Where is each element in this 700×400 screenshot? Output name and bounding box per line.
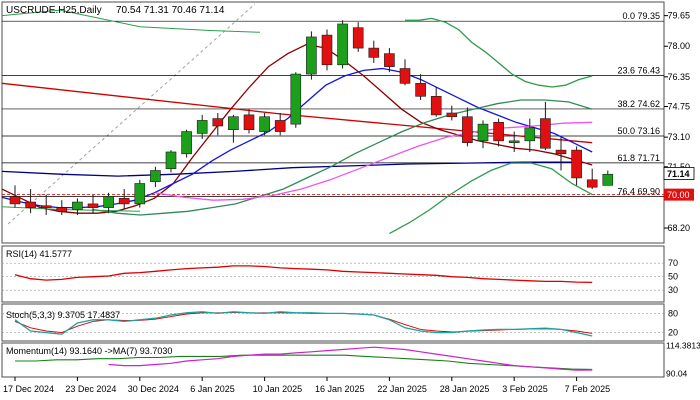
candle-bearish (446, 112, 458, 118)
price-tick-label: 74.75 (667, 102, 690, 112)
rsi-panel: 70 50 30 RSI(14) 41.5777 (1, 245, 678, 303)
date-tick-label: 10 Jan 2025 (253, 384, 303, 394)
candle-bearish (321, 34, 333, 66)
momentum-panel: 114.3813 90.04 Momentum(14) 93.1640 ->MA(… (1, 341, 700, 379)
candle-bearish (586, 179, 598, 188)
candle-bullish (165, 151, 177, 169)
candle-bearish (493, 121, 504, 142)
price-tick-label: 73.10 (667, 132, 690, 142)
fib-level-label: 23.6 76.43 (617, 65, 660, 75)
candle-bearish (399, 68, 411, 84)
fib-level-label: 38.2 74.62 (617, 99, 660, 109)
candle-bullish (508, 140, 520, 143)
candle-bearish (555, 149, 567, 155)
momentum-label: Momentum(14) 93.1640 ->MA(7) 93.7030 (6, 346, 172, 356)
date-tick-label: 30 Dec 2024 (128, 384, 179, 394)
main-price-panel: 0.0 79.35 23.6 76.43 38.2 74.62 50.0 73.16 6… (1, 1, 665, 244)
candle-bullish (72, 201, 83, 210)
date-tick-label: 23 Dec 2024 (65, 384, 116, 394)
fib-level-label: 61.8 71.71 (617, 153, 660, 163)
rsi-tick-label: 50 (668, 272, 678, 282)
price-tick-label: 79.65 (667, 11, 690, 21)
date-tick-label: 17 Dec 2024 (3, 384, 54, 394)
candle-bullish (602, 173, 614, 186)
date-tick-label: 6 Jan 2025 (190, 384, 235, 394)
candle-bearish (56, 207, 68, 212)
fib-level-label: 50.0 73.16 (617, 126, 660, 136)
candle-bearish (118, 198, 130, 205)
candle-bullish (228, 116, 239, 131)
candle-bearish (274, 120, 286, 132)
date-tick-label: 3 Feb 2025 (502, 384, 548, 394)
candle-bearish (243, 114, 255, 131)
stoch-tick-label: 80 (668, 308, 678, 318)
candle-bullish (259, 116, 270, 132)
candle-bearish (9, 196, 21, 205)
candle-bearish (415, 83, 426, 97)
date-tick-label: 28 Jan 2025 (440, 384, 490, 394)
candle-bearish (430, 96, 442, 116)
candle-bearish (571, 149, 582, 179)
rsi-tick-label: 70 (668, 258, 678, 268)
candle-bullish (103, 196, 114, 208)
date-tick-label: 22 Jan 2025 (377, 384, 427, 394)
rsi-label: RSI(14) 41.5777 (6, 249, 72, 259)
candle-bearish (462, 116, 473, 143)
fib-level-label: 0.0 79.35 (622, 11, 660, 21)
price-axis: 79.6578.0076.3574.7573.1071.5069.8568.20… (663, 11, 695, 233)
candle-bearish (25, 201, 36, 208)
price-tick-label: 78.00 (667, 41, 690, 51)
momentum-tick-label: 114.3813 (666, 341, 700, 351)
date-axis: 17 Dec 2024 23 Dec 2024 30 Dec 2024 6 Jan 2… (3, 377, 610, 394)
candle-bearish (212, 118, 224, 127)
candle-bullish (196, 120, 208, 134)
stoch-panel: 80 20 Stoch(5,3,3) 9.3705 17.4837 (1, 303, 678, 342)
stoch-tick-label: 20 (668, 328, 678, 338)
date-tick-label: 7 Feb 2025 (565, 384, 611, 394)
date-tick-label: 16 Jan 2025 (315, 384, 365, 394)
candle-bullish (134, 183, 146, 205)
candle-bullish (477, 123, 489, 142)
candle-bullish (337, 23, 348, 66)
chart-header-symbol: USCRUDE.H25,Daily (6, 5, 102, 16)
candle-bearish (352, 27, 364, 49)
candle-bearish (40, 205, 52, 208)
price-tick-label: 76.35 (667, 72, 690, 82)
rsi-tick-label: 30 (668, 285, 678, 295)
candle-bullish (150, 170, 161, 182)
stoch-label: Stoch(5,3,3) 9.3705 17.4837 (6, 310, 120, 320)
candle-bearish (368, 47, 380, 58)
chart-header-ohlc: 70.54 71.31 70.46 71.14 (116, 5, 225, 16)
candle-bearish (540, 118, 551, 149)
candle-bullish (181, 131, 192, 155)
momentum-tick-label: 90.04 (666, 369, 688, 379)
candle-bullish (524, 127, 536, 142)
chart-canvas: 0.0 79.35 23.6 76.43 38.2 74.62 50.0 73.16 6… (1, 1, 700, 394)
price-tick-label: 68.20 (667, 223, 690, 233)
candle-bullish (290, 73, 302, 125)
level-70-label: 70.00 (667, 190, 690, 200)
candle-bullish (306, 36, 317, 75)
candle-bearish (87, 203, 99, 208)
current-price-label: 71.14 (667, 169, 690, 179)
candle-bearish (384, 53, 395, 67)
